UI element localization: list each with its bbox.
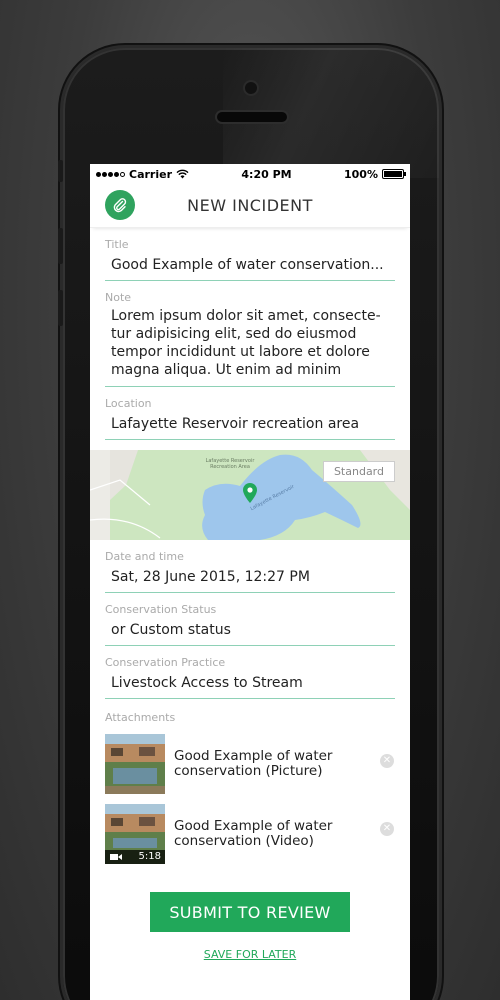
close-icon: ✕: [382, 823, 392, 834]
title-field: Title Good Example of water conservation…: [90, 228, 410, 281]
video-duration: 5:18: [138, 851, 161, 862]
signal-dots-icon: [96, 171, 125, 177]
note-textarea[interactable]: Lorem ipsum dolor sit amet, consecte-tur…: [105, 304, 395, 387]
practice-label: Conservation Practice: [105, 656, 226, 669]
note-field: Note Lorem ipsum dolor sit amet, consect…: [90, 281, 410, 387]
attachments-label: Attachments: [105, 711, 176, 724]
attachment-title: Good Example of water conservation (Pict…: [174, 748, 333, 779]
paperclip-icon: [113, 198, 127, 213]
map-type-button[interactable]: Standard: [322, 461, 395, 482]
datetime-field: Date and time Sat, 28 June 2015, 12:27 P…: [90, 540, 410, 593]
attachment-thumbnail[interactable]: [105, 734, 165, 794]
submit-to-review-button[interactable]: SUBMIT TO REVIEW: [150, 892, 350, 932]
volume-up-button: [58, 228, 63, 264]
attachment-item-picture[interactable]: Good Example of water conservation (Pict…: [90, 724, 410, 796]
note-label: Note: [105, 291, 132, 304]
clock-label: 4:20 PM: [241, 167, 292, 181]
map-area-label: Lafayette Reservoir Recreation Area: [205, 458, 255, 470]
page-title: NEW INCIDENT: [187, 196, 313, 215]
status-left: Carrier: [96, 168, 189, 181]
attachment-title: Good Example of water conservation (Vide…: [174, 818, 333, 849]
close-icon: ✕: [382, 755, 392, 766]
location-input[interactable]: Lafayette Reservoir recreation area: [105, 410, 395, 440]
nav-header: NEW INCIDENT: [90, 184, 410, 228]
title-input[interactable]: Good Example of water conservation...: [105, 251, 395, 281]
photo-thumbnail-image: [105, 734, 165, 794]
practice-select[interactable]: Livestock Access to Stream: [105, 669, 395, 699]
status-bar: Carrier 4:20 PM 100%: [90, 164, 410, 184]
battery-percent: 100%: [344, 167, 378, 181]
attachments-section: Attachments: [90, 699, 410, 724]
mute-switch: [58, 160, 63, 182]
wifi-icon: [176, 169, 189, 179]
front-camera: [245, 82, 257, 94]
video-camera-icon: [110, 854, 122, 860]
battery-icon: [381, 169, 406, 179]
datetime-input[interactable]: Sat, 28 June 2015, 12:27 PM: [105, 563, 395, 593]
map-pin-icon: [243, 483, 257, 503]
title-label: Title: [105, 238, 129, 251]
status-label: Conservation Status: [105, 603, 217, 616]
app-screen: Carrier 4:20 PM 100% NEW INCIDENT Title …: [90, 164, 410, 1000]
status-field: Conservation Status or Custom status: [90, 593, 410, 646]
attachment-thumbnail[interactable]: 5:18: [105, 804, 165, 864]
remove-attachment-button[interactable]: ✕: [380, 754, 394, 768]
volume-down-button: [58, 290, 63, 326]
remove-attachment-button[interactable]: ✕: [380, 822, 394, 836]
attach-button[interactable]: [105, 190, 135, 220]
save-for-later-link[interactable]: SAVE FOR LATER: [90, 948, 410, 961]
location-field: Location Lafayette Reservoir recreation …: [90, 387, 410, 440]
datetime-label: Date and time: [105, 550, 184, 563]
location-map[interactable]: Lafayette Reservoir Recreation Area Lafa…: [90, 450, 410, 540]
practice-field: Conservation Practice Livestock Access t…: [90, 646, 410, 699]
location-label: Location: [105, 397, 152, 410]
earpiece-speaker: [217, 112, 287, 122]
carrier-label: Carrier: [129, 167, 173, 181]
status-select[interactable]: or Custom status: [105, 616, 395, 646]
attachment-item-video[interactable]: 5:18 Good Example of water conservation …: [90, 796, 410, 868]
status-right: 100%: [344, 167, 406, 181]
